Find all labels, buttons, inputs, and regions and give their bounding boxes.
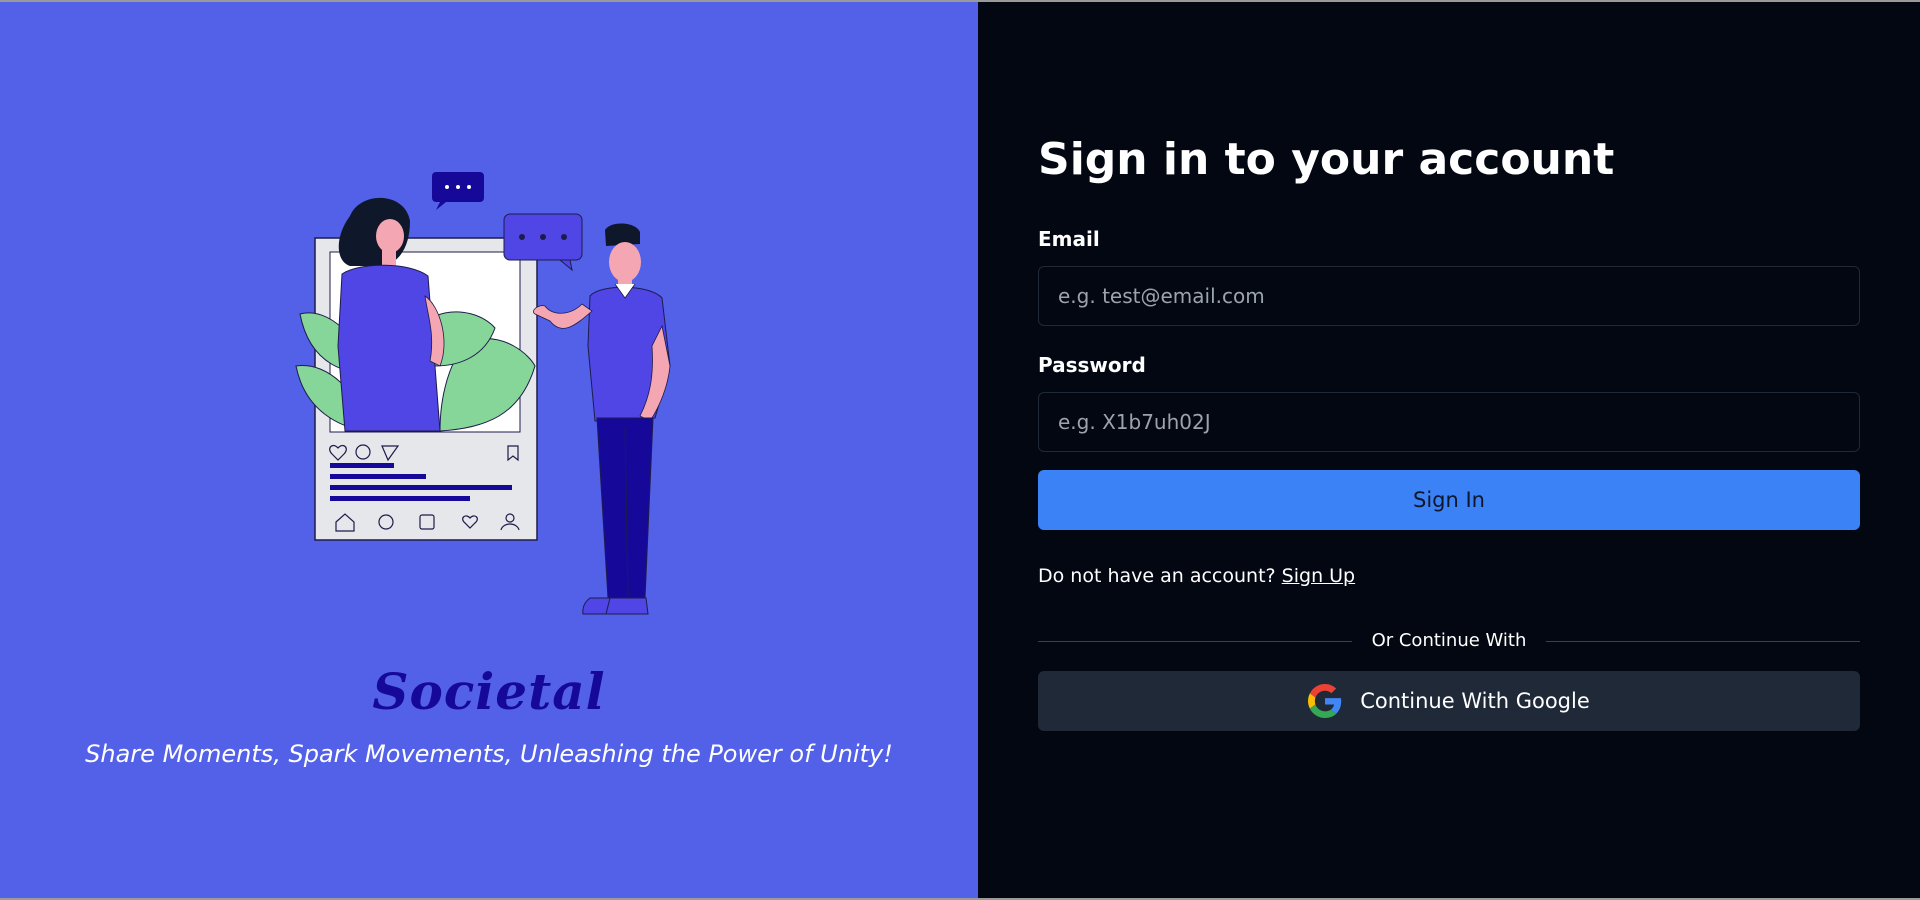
password-input[interactable] <box>1038 392 1860 452</box>
google-icon <box>1308 684 1342 718</box>
sign-in-button[interactable]: Sign In <box>1038 470 1860 530</box>
or-divider: Or Continue With <box>1038 630 1860 652</box>
signup-prompt: Do not have an account? <box>1038 565 1276 587</box>
login-page: Societal Share Moments, Spark Movements,… <box>0 2 1920 898</box>
form-panel: Sign in to your account Email Password S… <box>978 2 1920 898</box>
signup-prompt-line: Do not have an account? Sign Up <box>1038 565 1355 587</box>
social-media-illustration-icon <box>295 172 671 615</box>
sign-up-link[interactable]: Sign Up <box>1282 565 1355 587</box>
email-input[interactable] <box>1038 266 1860 326</box>
page-title: Sign in to your account <box>1038 134 1615 185</box>
google-button-label: Continue With Google <box>1360 689 1590 713</box>
password-label: Password <box>1038 353 1146 377</box>
brand-name: Societal <box>372 662 606 721</box>
divider-line-right <box>1546 641 1860 642</box>
brand-panel: Societal Share Moments, Spark Movements,… <box>0 2 978 898</box>
email-label: Email <box>1038 227 1100 251</box>
brand-tagline: Share Moments, Spark Movements, Unleashi… <box>85 740 893 768</box>
continue-with-google-button[interactable]: Continue With Google <box>1038 671 1860 731</box>
